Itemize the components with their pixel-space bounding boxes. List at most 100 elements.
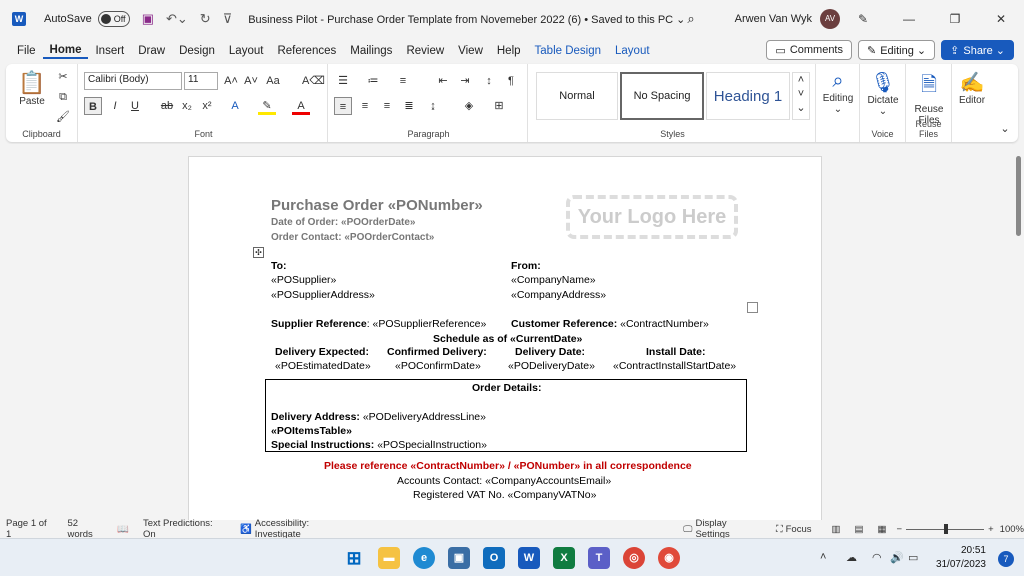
align-center-icon[interactable]: ≡ (356, 97, 374, 115)
sort-icon[interactable]: ↕ (480, 72, 498, 90)
search-icon[interactable]: ⌕ (687, 11, 694, 27)
tab-home[interactable]: Home (42, 44, 89, 59)
vertical-scrollbar[interactable] (1014, 150, 1024, 520)
text-effects-icon[interactable]: A (226, 97, 244, 115)
tab-mailings[interactable]: Mailings (343, 45, 399, 57)
redo-icon[interactable]: ↻ (200, 11, 211, 27)
comments-button[interactable]: ▭ Comments (766, 40, 852, 60)
tab-design[interactable]: Design (172, 45, 222, 57)
tab-insert[interactable]: Insert (88, 45, 131, 57)
paste-button[interactable]: 📋 Paste (14, 70, 50, 107)
read-mode-icon[interactable]: ▥ (832, 524, 841, 535)
ribbon-collapse-icon[interactable]: ⌄ (996, 120, 1014, 138)
document-title[interactable]: Business Pilot - Purchase Order Template… (248, 13, 685, 26)
print-layout-icon[interactable]: ▤ (854, 524, 863, 535)
close-icon[interactable]: ✕ (978, 12, 1024, 26)
volume-icon[interactable]: 🔊 (890, 551, 904, 564)
store-icon[interactable]: ▣ (448, 547, 470, 569)
dictate-button[interactable]: 🎙 Dictate ⌄ (860, 70, 906, 117)
avatar[interactable]: AV (820, 9, 840, 29)
focus-mode[interactable]: Focus (786, 524, 812, 535)
tab-view[interactable]: View (451, 45, 490, 57)
save-icon[interactable]: ▣ (142, 11, 154, 27)
line-spacing-icon[interactable]: ↨ (424, 97, 442, 115)
style-no-spacing[interactable]: No Spacing (620, 72, 704, 120)
display-settings[interactable]: Display Settings (695, 518, 762, 540)
tab-draw[interactable]: Draw (131, 45, 172, 57)
logo-placeholder[interactable]: Your Logo Here (566, 195, 738, 239)
table-move-handle-icon[interactable]: ✣ (253, 247, 264, 258)
share-button[interactable]: ⇪ Share ⌄ (941, 40, 1014, 60)
accessibility-status[interactable]: Accessibility: Investigate (255, 518, 356, 540)
format-painter-icon[interactable]: 🖌 (54, 108, 72, 126)
user-name[interactable]: Arwen Van Wyk (735, 13, 812, 25)
restore-icon[interactable]: ❐ (932, 12, 978, 26)
tab-help[interactable]: Help (490, 45, 528, 57)
bold-icon[interactable]: B (84, 97, 102, 115)
align-left-icon[interactable]: ≡ (334, 97, 352, 115)
increase-indent-icon[interactable]: ⇥ (456, 72, 474, 90)
font-name-combo[interactable]: Calibri (Body) (84, 72, 182, 90)
excel-icon[interactable]: X (553, 547, 575, 569)
numbering-icon[interactable]: ≔ (364, 72, 382, 90)
zoom-slider[interactable] (906, 523, 985, 534)
content-control-checkbox[interactable] (747, 302, 758, 313)
clear-formatting-icon[interactable]: A⌫ (302, 72, 325, 90)
strikethrough-icon[interactable]: ab (158, 97, 176, 115)
minimize-icon[interactable]: — (886, 12, 932, 26)
autosave-toggle[interactable]: Off (97, 11, 130, 27)
change-case-icon[interactable]: Aa (264, 72, 282, 90)
teams-icon[interactable]: T (588, 547, 610, 569)
editor-button[interactable]: ✍ Editor (952, 70, 992, 106)
notification-badge[interactable]: 7 (998, 551, 1014, 567)
superscript-icon[interactable]: x² (198, 97, 216, 115)
decrease-indent-icon[interactable]: ⇤ (434, 72, 452, 90)
styles-scroll-icon[interactable]: ˄ ˅ ⌄ (792, 72, 810, 120)
align-right-icon[interactable]: ≡ (378, 97, 396, 115)
shrink-font-icon[interactable]: A˅ (242, 72, 260, 90)
zoom-in-icon[interactable]: + (988, 524, 994, 535)
borders-icon[interactable]: ⊞ (490, 97, 508, 115)
pen-icon[interactable]: ✎ (840, 12, 886, 26)
zoom-out-icon[interactable]: − (896, 524, 902, 535)
tab-review[interactable]: Review (399, 45, 451, 57)
italic-icon[interactable]: I (106, 97, 124, 115)
multilevel-list-icon[interactable]: ≡ (394, 72, 412, 90)
style-normal[interactable]: Normal (536, 72, 618, 120)
text-predictions[interactable]: Text Predictions: On (143, 518, 226, 540)
tab-layout[interactable]: Layout (222, 45, 271, 57)
word-count[interactable]: 52 words (67, 518, 105, 540)
editing-mode-button[interactable]: ✎ Editing ⌄ (858, 40, 936, 60)
zoom-slider-thumb[interactable] (944, 523, 949, 534)
font-size-combo[interactable]: 11 (184, 72, 218, 90)
show-marks-icon[interactable]: ¶ (502, 72, 520, 90)
tray-overflow-icon[interactable]: ˄ (820, 551, 826, 563)
edge-icon[interactable]: e (413, 547, 435, 569)
highlight-icon[interactable]: ✎ (258, 97, 276, 115)
cloud-icon[interactable]: ☁ (846, 551, 857, 564)
editing-button[interactable]: ⌕ Editing ⌄ (816, 70, 860, 115)
font-color-icon[interactable]: A (292, 97, 310, 115)
page-count[interactable]: Page 1 of 1 (6, 518, 53, 540)
chrome-profile-icon[interactable]: ◉ (658, 547, 680, 569)
tab-table-layout[interactable]: Layout (608, 45, 657, 57)
file-explorer-icon[interactable]: ▬ (378, 547, 400, 569)
outlook-icon[interactable]: O (483, 547, 505, 569)
clock[interactable]: 20:51 31/07/2023 (936, 544, 986, 572)
battery-icon[interactable]: ▭ (908, 551, 918, 564)
subscript-icon[interactable]: x₂ (178, 97, 196, 115)
shading-icon[interactable]: ◈ (460, 97, 478, 115)
tab-file[interactable]: File (10, 45, 43, 57)
tab-references[interactable]: References (270, 45, 343, 57)
windows-start-icon[interactable]: ⊞ (343, 547, 365, 569)
wifi-icon[interactable]: ◠ (872, 551, 882, 564)
order-details-table[interactable]: Order Details: Delivery Address: «PODeli… (265, 379, 747, 452)
underline-icon[interactable]: U (126, 97, 144, 115)
proofing-icon[interactable]: 📖 (117, 524, 129, 535)
justify-icon[interactable]: ≣ (400, 97, 418, 115)
scrollbar-thumb[interactable] (1016, 156, 1021, 236)
zoom-level[interactable]: 100% (1000, 524, 1024, 535)
copy-icon[interactable]: ⧉ (54, 88, 72, 106)
grow-font-icon[interactable]: A˄ (222, 72, 240, 90)
style-heading-1[interactable]: Heading 1 (706, 72, 790, 120)
